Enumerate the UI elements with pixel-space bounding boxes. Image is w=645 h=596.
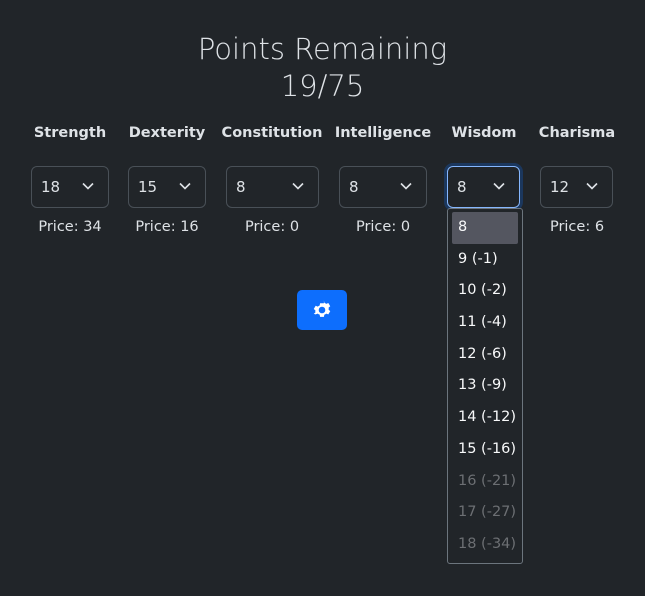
charisma-value: 12 (550, 178, 570, 196)
dexterity-value: 15 (138, 178, 158, 196)
chevron-down-icon (400, 182, 412, 190)
intelligence-select[interactable]: 8 (339, 166, 427, 208)
dropdown-option[interactable]: 14 (-12) (452, 402, 518, 434)
chevron-down-icon (82, 182, 94, 190)
intelligence-value: 8 (349, 178, 359, 196)
dropdown-option[interactable]: 10 (-2) (452, 275, 518, 307)
chevron-down-icon (493, 182, 505, 190)
wisdom-dropdown-list[interactable]: 89 (-1) 10 (-2) 11 (-4) 12 (-6) 13 (-9) 14 (-… (447, 208, 523, 564)
points-remaining: 19/75 (280, 69, 365, 103)
constitution-label: Constitution (221, 125, 323, 141)
dropdown-option[interactable]: 8 (452, 212, 518, 244)
dropdown-option: 17 (-27) (458, 504, 517, 521)
wisdom-value: 8 (457, 178, 467, 196)
constitution-select[interactable]: 8 (226, 166, 319, 208)
settings-button[interactable] (297, 290, 347, 330)
dexterity-label: Dexterity (128, 125, 206, 141)
charisma-price: Price: 6 (549, 219, 605, 235)
dropdown-option[interactable]: 13 (-9) (452, 370, 518, 402)
chevron-down-icon (179, 182, 191, 190)
gear-icon (313, 300, 331, 317)
wisdom-label: Wisdom (451, 125, 517, 141)
wisdom-select[interactable]: 8 (447, 166, 520, 208)
charisma-label: Charisma (538, 125, 616, 141)
strength-price: Price: 34 (38, 219, 102, 235)
intelligence-label: Intelligence (334, 125, 432, 141)
dexterity-select[interactable]: 15 (128, 166, 206, 208)
dropdown-option[interactable]: 11 (-4) (452, 307, 518, 339)
strength-value: 18 (41, 178, 61, 196)
dropdown-option: 16 (-21) (458, 472, 517, 489)
constitution-price: Price: 0 (244, 219, 300, 235)
dexterity-price: Price: 16 (135, 219, 199, 235)
strength-label: Strength (33, 125, 107, 141)
constitution-value: 8 (236, 178, 246, 196)
intelligence-price: Price: 0 (355, 219, 411, 235)
chevron-down-icon (586, 182, 598, 190)
page-title: Points Remaining (197, 32, 448, 66)
dropdown-option[interactable]: 9 (-1) (452, 244, 518, 276)
charisma-select[interactable]: 12 (540, 166, 613, 208)
dropdown-option[interactable]: 12 (-6) (452, 339, 518, 371)
dropdown-option[interactable]: 15 (-16) (452, 434, 518, 466)
chevron-down-icon (292, 182, 304, 190)
dropdown-option: 18 (-34) (458, 535, 517, 552)
strength-select[interactable]: 18 (31, 166, 109, 208)
